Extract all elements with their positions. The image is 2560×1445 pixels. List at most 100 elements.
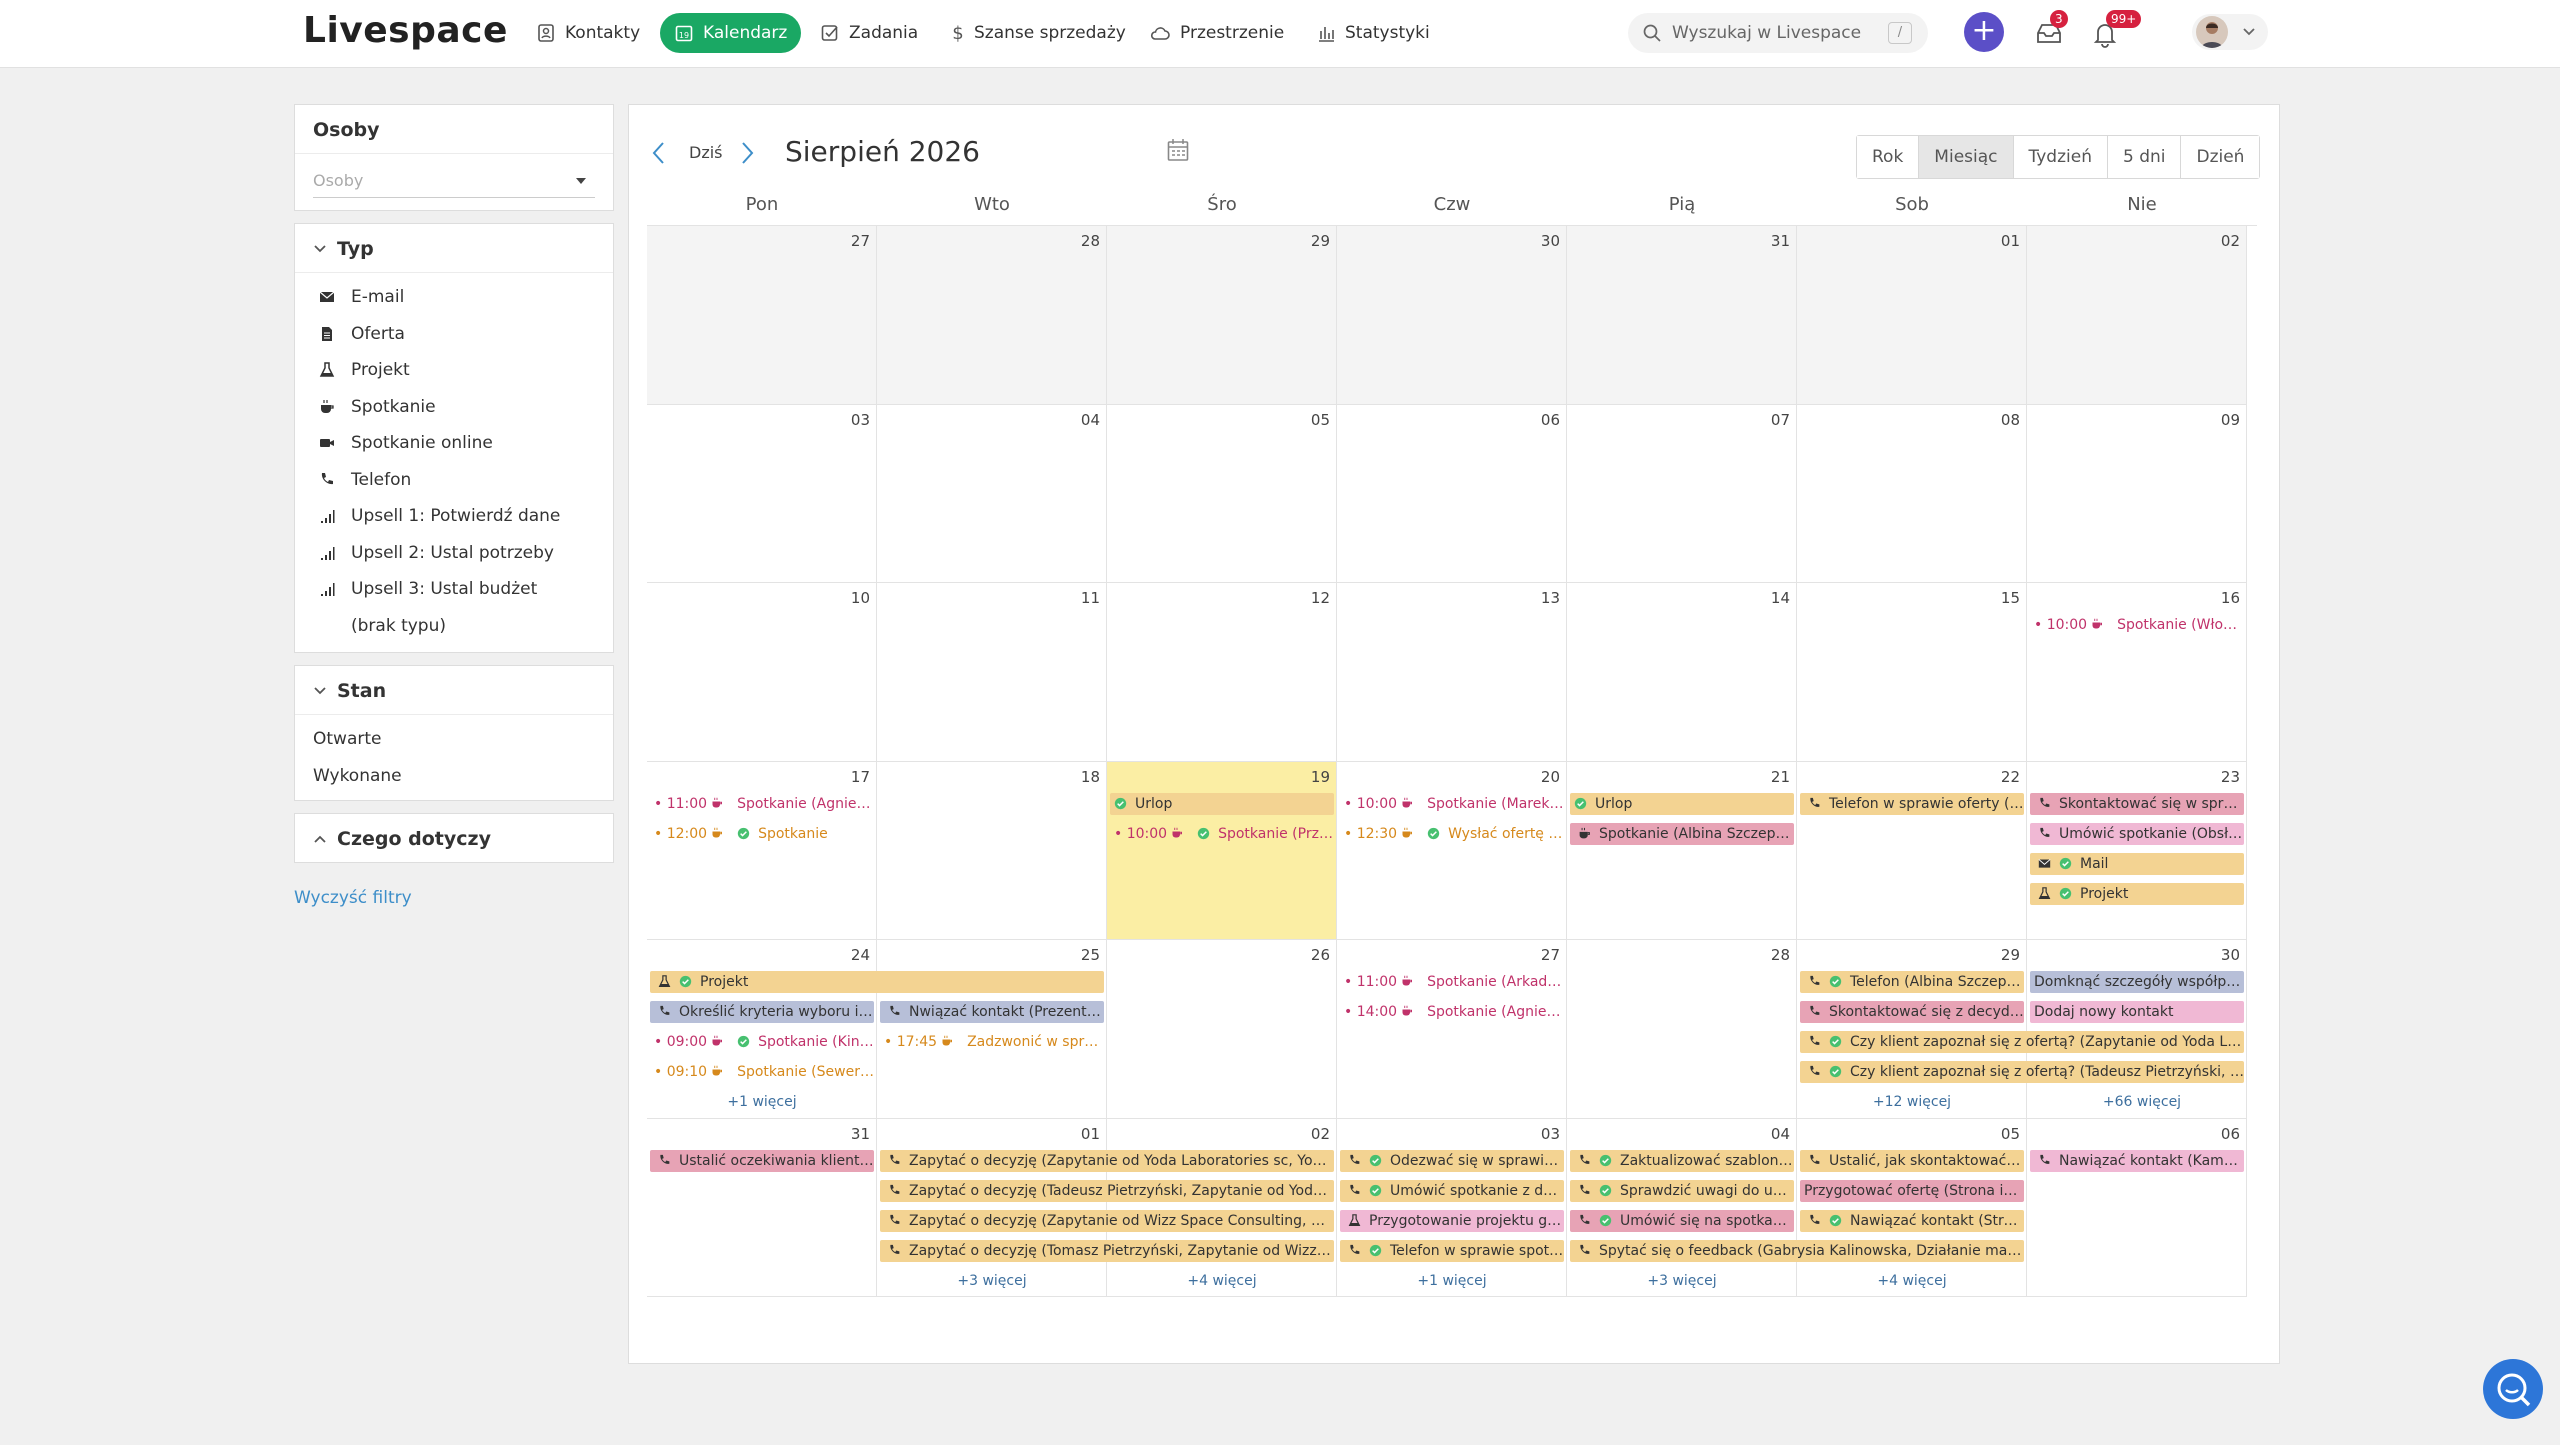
day-cell[interactable]: 28: [877, 226, 1107, 405]
day-cell[interactable]: 15: [1797, 583, 2027, 762]
more-events-link[interactable]: +12 więcej: [1797, 1091, 2027, 1113]
day-cell[interactable]: 10: [647, 583, 877, 762]
calendar-event[interactable]: Ustalić, jak skontaktować się z d...: [1800, 1149, 2024, 1172]
day-cell[interactable]: 25: [877, 940, 1107, 1119]
day-cell[interactable]: 06: [1337, 404, 1567, 583]
state-item-open[interactable]: Otwarte: [295, 721, 613, 758]
day-number[interactable]: 30: [1541, 232, 1560, 250]
day-number[interactable]: 06: [2221, 1125, 2240, 1143]
day-number[interactable]: 30: [2221, 946, 2240, 964]
day-cell[interactable]: 21: [1567, 761, 1797, 940]
day-number[interactable]: 01: [2001, 232, 2020, 250]
calendar-event[interactable]: Ustalić oczekiwania klienta (Pre...: [650, 1149, 874, 1172]
day-number[interactable]: 12: [1311, 589, 1330, 607]
type-item[interactable]: Upsell 2: Ustal potrzeby: [295, 535, 613, 572]
calendar-event[interactable]: Zapytać o decyzję (Tadeusz Pietrzyński, …: [880, 1179, 1334, 1202]
day-cell[interactable]: 14: [1567, 583, 1797, 762]
day-number[interactable]: 22: [2001, 768, 2020, 786]
chat-button[interactable]: [2483, 1359, 2543, 1419]
calendar-event[interactable]: Dodaj nowy kontakt: [2030, 1001, 2244, 1023]
day-cell[interactable]: 12: [1107, 583, 1337, 762]
more-events-link[interactable]: +3 więcej: [1567, 1270, 1797, 1292]
day-cell[interactable]: 16: [2027, 583, 2247, 762]
day-number[interactable]: 28: [1081, 232, 1100, 250]
day-number[interactable]: 29: [2001, 946, 2020, 964]
day-cell[interactable]: 11: [877, 583, 1107, 762]
view-button[interactable]: Tydzień: [2013, 136, 2108, 178]
day-number[interactable]: 02: [2221, 232, 2240, 250]
calendar-event[interactable]: Projekt: [650, 971, 1104, 993]
day-number[interactable]: 26: [1311, 946, 1330, 964]
day-cell[interactable]: 03: [647, 404, 877, 583]
day-number[interactable]: 07: [1771, 411, 1790, 429]
day-cell[interactable]: 09: [2027, 404, 2247, 583]
clear-filters-link[interactable]: Wyczyść filtry: [294, 888, 412, 908]
calendar-event[interactable]: Umówić spotkanie (Obsługa ...: [2030, 822, 2244, 845]
day-cell[interactable]: 01: [1797, 226, 2027, 405]
day-number[interactable]: 14: [1771, 589, 1790, 607]
day-number[interactable]: 28: [1771, 946, 1790, 964]
calendar-event[interactable]: Odezwać się w sprawie prze...: [1340, 1149, 1564, 1172]
type-item[interactable]: Projekt: [295, 352, 613, 389]
calendar-event[interactable]: • 10:00 Spotkanie (Włodzimi...: [2030, 614, 2244, 636]
calendar-event[interactable]: Telefon w sprawie oferty (Ju...: [1800, 792, 2024, 815]
add-button[interactable]: +: [1964, 12, 2004, 52]
day-cell[interactable]: 27: [1337, 940, 1567, 1119]
more-events-link[interactable]: +4 więcej: [1107, 1270, 1337, 1292]
livespace-logo[interactable]: Livespace: [303, 10, 508, 51]
day-number[interactable]: 02: [1311, 1125, 1330, 1143]
type-item[interactable]: Upsell 1: Potwierdź dane: [295, 498, 613, 535]
nav-calendar[interactable]: 19 Kalendarz: [660, 13, 802, 53]
people-dropdown[interactable]: Osoby: [313, 164, 595, 198]
concerns-filter-header[interactable]: Czego dotyczy: [295, 814, 613, 862]
day-number[interactable]: 24: [851, 946, 870, 964]
day-number[interactable]: 03: [1541, 1125, 1560, 1143]
calendar-event[interactable]: Spytać się o feedback (Gabrysia Kalinows…: [1570, 1239, 2024, 1262]
calendar-event[interactable]: • 09:00 Spotkanie (Kinga...: [650, 1031, 874, 1053]
calendar-event[interactable]: • 11:00 Spotkanie (Agnieszk...: [650, 793, 874, 815]
calendar-event[interactable]: Nwiązać kontakt (Prezentacj...: [880, 1001, 1104, 1023]
day-cell[interactable]: 30: [1337, 226, 1567, 405]
day-cell[interactable]: 23: [2027, 761, 2247, 940]
type-item[interactable]: Oferta: [295, 316, 613, 353]
search-input[interactable]: Wyszukaj w Livespace /: [1628, 13, 1928, 53]
calendar-event[interactable]: Spotkanie (Albina Szczepańs...: [1570, 822, 1794, 845]
day-number[interactable]: 15: [2001, 589, 2020, 607]
day-cell[interactable]: 26: [1107, 940, 1337, 1119]
more-events-link[interactable]: +66 więcej: [2027, 1091, 2257, 1113]
type-item[interactable]: Telefon: [295, 462, 613, 499]
more-events-link[interactable]: +1 więcej: [1337, 1270, 1567, 1292]
day-number[interactable]: 31: [851, 1125, 870, 1143]
inbox-button[interactable]: 3: [2030, 10, 2070, 54]
calendar-event[interactable]: • 09:10 Spotkanie (Seweryn...: [650, 1061, 874, 1083]
day-cell[interactable]: 08: [1797, 404, 2027, 583]
nav-contacts[interactable]: Kontakty: [522, 13, 654, 53]
nav-sales-opportunities[interactable]: $ Szanse sprzedaży: [937, 13, 1140, 53]
day-number[interactable]: 31: [1771, 232, 1790, 250]
day-number[interactable]: 18: [1081, 768, 1100, 786]
calendar-event[interactable]: Telefon w sprawie spotk...: [1340, 1239, 1564, 1262]
type-item[interactable]: Spotkanie: [295, 389, 613, 426]
state-filter-header[interactable]: Stan: [295, 666, 613, 715]
more-events-link[interactable]: +1 więcej: [647, 1091, 877, 1113]
view-button[interactable]: Dzień: [2181, 136, 2260, 178]
nav-spaces[interactable]: Przestrzenie: [1135, 13, 1298, 53]
calendar-event[interactable]: Domknąć szczegóły współpracy ...: [2030, 971, 2244, 993]
calendar-event[interactable]: Urlop: [1110, 792, 1334, 815]
day-cell[interactable]: 04: [877, 404, 1107, 583]
day-cell[interactable]: 07: [1567, 404, 1797, 583]
calendar-event[interactable]: Telefon (Albina Szczepań...: [1800, 971, 2024, 993]
calendar-event[interactable]: Umówić się na spotkanie (Al...: [1570, 1209, 1794, 1232]
calendar-event[interactable]: • 10:00 Spotkanie (Marek Pa...: [1340, 793, 1564, 815]
day-cell[interactable]: 02: [2027, 226, 2247, 405]
nav-tasks[interactable]: Zadania: [806, 13, 932, 53]
day-cell[interactable]: 18: [877, 761, 1107, 940]
state-item-done[interactable]: Wykonane: [295, 758, 613, 795]
calendar-event[interactable]: • 10:00 Spotkanie (Prze...: [1110, 823, 1334, 845]
day-number[interactable]: 17: [851, 768, 870, 786]
day-cell[interactable]: 27: [647, 226, 877, 405]
day-number[interactable]: 09: [2221, 411, 2240, 429]
day-cell[interactable]: 22: [1797, 761, 2027, 940]
user-menu[interactable]: [2192, 14, 2268, 50]
more-events-link[interactable]: +4 więcej: [1797, 1270, 2027, 1292]
